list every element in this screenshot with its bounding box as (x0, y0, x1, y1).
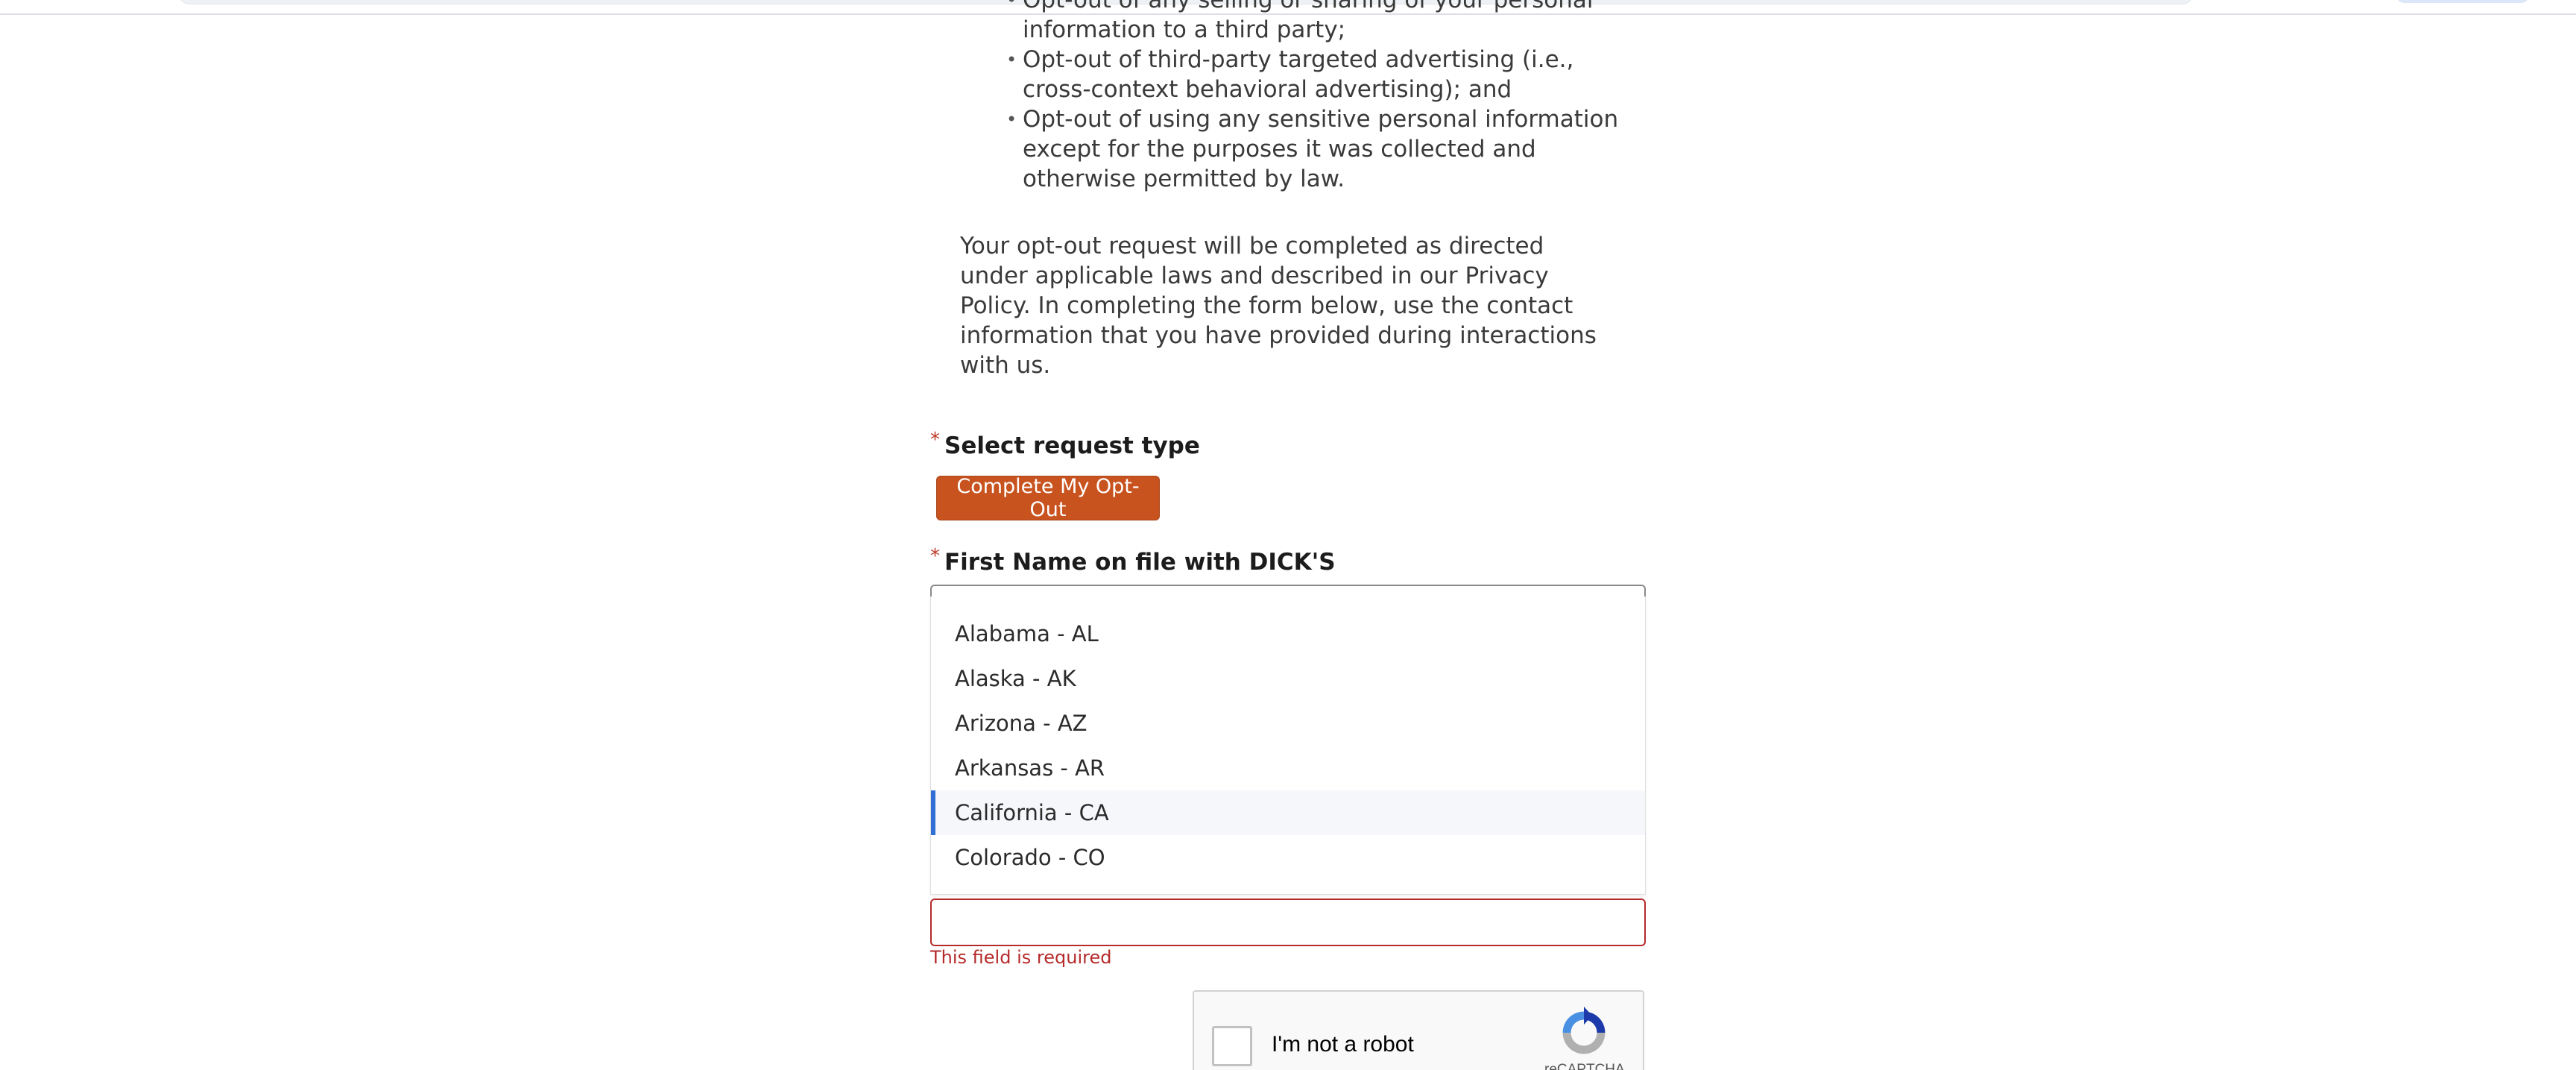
complete-opt-out-button[interactable]: Complete My Opt-Out (936, 475, 1160, 521)
state-option-alaska[interactable]: Alaska - AK (931, 656, 1645, 701)
recaptcha-logo-icon (1562, 1007, 1606, 1054)
opt-out-rights-list: Opt-out of any selling or sharing of you… (1006, 0, 1632, 194)
state-input[interactable] (930, 899, 1646, 946)
page: Opt-out of any selling or sharing of you… (0, 0, 2576, 1070)
state-dropdown-list[interactable]: Alabama - AL Alaska - AK Arizona - AZ Ar… (930, 597, 1646, 895)
list-item: Opt-out of third-party targeted advertis… (1006, 45, 1632, 104)
state-option-colorado[interactable]: Colorado - CO (931, 835, 1645, 880)
field-error-message: This field is required (930, 947, 1112, 968)
opt-out-description: Your opt-out request will be completed a… (960, 233, 1597, 379)
state-option-alabama[interactable]: Alabama - AL (931, 611, 1645, 656)
state-option-california[interactable]: California - CA (931, 790, 1645, 835)
recaptcha-widget: I'm not a robot reCAPTCHA (1193, 990, 1644, 1070)
list-item: Opt-out of using any sensitive personal … (1006, 104, 1632, 194)
recaptcha-brand: reCAPTCHA (1544, 1062, 1625, 1070)
state-option-arkansas[interactable]: Arkansas - AR (931, 746, 1645, 790)
request-type-label-text: Select request type (944, 432, 1200, 459)
list-item: Opt-out of any selling or sharing of you… (1006, 0, 1632, 45)
state-option-arizona[interactable]: Arizona - AZ (931, 701, 1645, 746)
browser-toolbar-button[interactable] (2396, 0, 2530, 3)
required-marker: * (930, 545, 940, 567)
required-marker: * (930, 429, 940, 451)
first-name-label-text: First Name on file with DICK'S (944, 549, 1336, 576)
recaptcha-label: I'm not a robot (1272, 1032, 1414, 1057)
first-name-label: * First Name on file with DICK'S (930, 545, 1336, 576)
recaptcha-checkbox[interactable] (1212, 1026, 1252, 1066)
request-type-label: * Select request type (930, 429, 1200, 459)
